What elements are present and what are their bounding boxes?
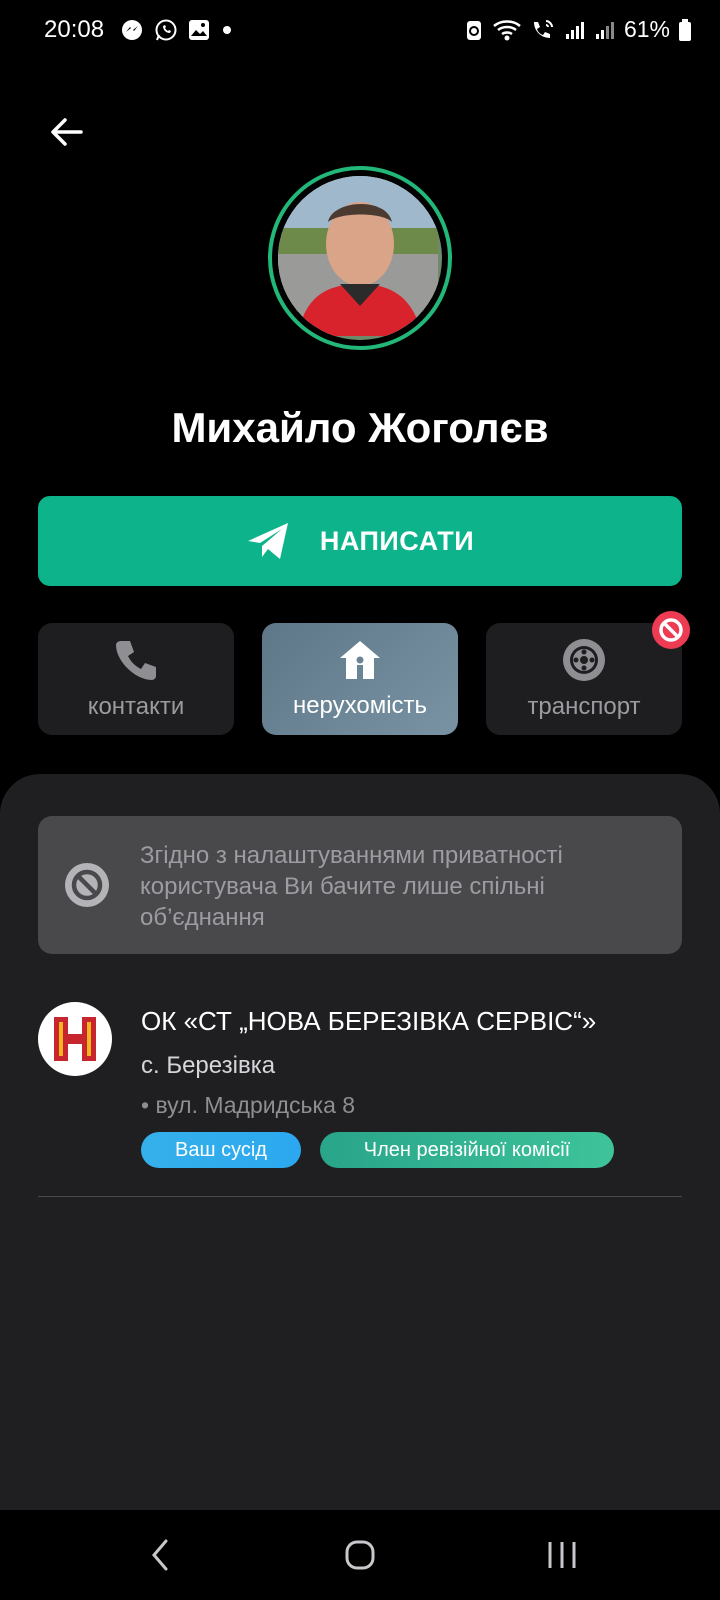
org-logo bbox=[38, 1002, 112, 1076]
content-panel: Згідно з налаштуваннями приватності кори… bbox=[0, 774, 720, 1510]
tab-transport-label: транспорт bbox=[527, 693, 641, 720]
avatar-ring[interactable] bbox=[268, 166, 452, 350]
write-message-label: НАПИСАТИ bbox=[319, 525, 475, 556]
avatar bbox=[278, 176, 442, 340]
battery-percent: 61% bbox=[623, 16, 670, 42]
profile-photo bbox=[278, 176, 438, 336]
nav-home-button[interactable] bbox=[330, 1532, 390, 1578]
nav-back-button[interactable] bbox=[130, 1532, 190, 1578]
divider bbox=[38, 1196, 682, 1197]
signal-icon bbox=[595, 21, 614, 39]
battery-icon bbox=[679, 18, 691, 41]
block-icon bbox=[65, 863, 109, 907]
status-bar: 20:08 61% bbox=[0, 0, 720, 62]
tab-contacts[interactable]: контакти bbox=[38, 623, 234, 735]
block-icon bbox=[659, 618, 683, 642]
org-name: ОК «СТ „НОВА БЕРЕЗІВКА СЕРВІС“» bbox=[141, 1006, 597, 1036]
dot-icon bbox=[223, 26, 231, 34]
tab-realty[interactable]: нерухомість bbox=[262, 623, 458, 735]
navigation-bar bbox=[0, 1510, 720, 1600]
nav-recents-button[interactable] bbox=[532, 1532, 592, 1578]
recycle-icon bbox=[466, 20, 481, 40]
tag-role: Член ревізійної комісії bbox=[320, 1132, 614, 1168]
messenger-icon bbox=[122, 20, 142, 40]
tab-contacts-label: контакти bbox=[87, 693, 185, 720]
gallery-icon bbox=[189, 20, 209, 40]
profile-name: Михайло Жоголєв bbox=[171, 404, 549, 451]
privacy-notice: Згідно з налаштуваннями приватності кори… bbox=[38, 816, 682, 954]
chevron-left-icon bbox=[152, 1539, 168, 1571]
wheel-icon bbox=[563, 639, 605, 681]
status-time: 20:08 bbox=[44, 16, 105, 43]
tab-transport[interactable]: транспорт bbox=[486, 611, 690, 735]
wifi-call-icon bbox=[533, 19, 553, 38]
privacy-notice-text: Згідно з налаштуваннями приватності кори… bbox=[140, 842, 563, 931]
status-right: 61% bbox=[464, 16, 692, 43]
list-item[interactable]: ОК «СТ „НОВА БЕРЕЗІВКА СЕРВІС“» с. Берез… bbox=[38, 1002, 682, 1202]
phone-icon bbox=[116, 641, 156, 680]
notification-icons bbox=[120, 18, 234, 42]
org-village: с. Березівка bbox=[141, 1052, 276, 1079]
tag-neighbor: Ваш сусід bbox=[141, 1132, 301, 1168]
write-message-button[interactable]: НАПИСАТИ bbox=[38, 496, 682, 586]
signal-icon bbox=[565, 21, 584, 39]
wifi-icon bbox=[493, 19, 521, 40]
paper-plane-icon bbox=[247, 523, 288, 559]
back-button[interactable] bbox=[44, 110, 88, 154]
org-street: • вул. Мадридська 8 bbox=[141, 1092, 356, 1118]
tab-realty-label: нерухомість bbox=[292, 692, 428, 719]
home-icon bbox=[340, 641, 380, 679]
org-logo-icon bbox=[54, 1017, 96, 1061]
home-rounded-icon bbox=[345, 1540, 375, 1570]
whatsapp-icon bbox=[155, 19, 177, 41]
arrow-left-icon bbox=[51, 118, 83, 146]
recents-icon bbox=[548, 1542, 576, 1568]
blocked-badge bbox=[652, 611, 690, 649]
